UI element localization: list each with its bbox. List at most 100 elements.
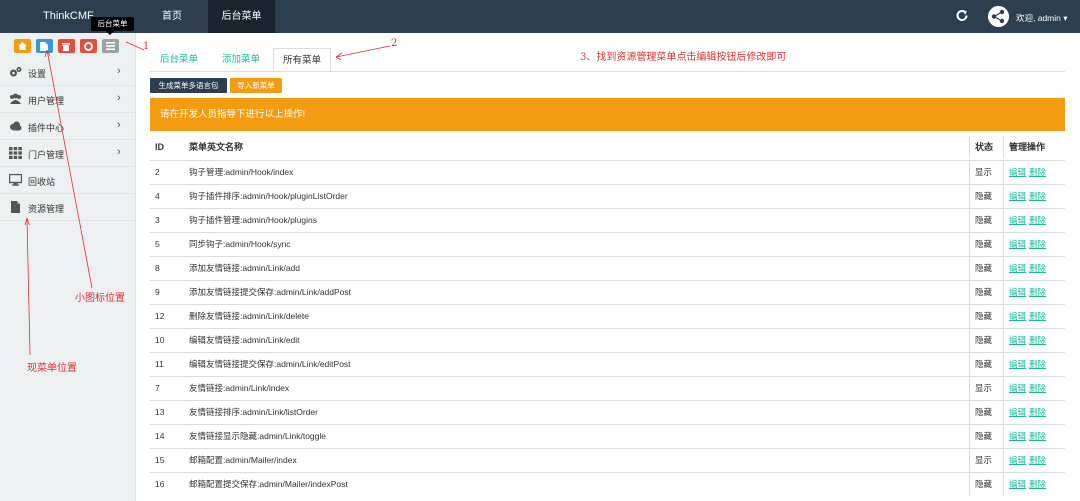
- cell-name: 钩子管理:admin/Hook/index: [189, 167, 294, 177]
- chevron-right-icon: ›: [117, 92, 121, 104]
- edit-link[interactable]: 编辑: [1009, 479, 1026, 489]
- cell-ops: 编辑 删除: [1009, 281, 1049, 304]
- edit-link[interactable]: 编辑: [1009, 287, 1026, 297]
- table-row: 7 友情链接:admin/Link/index 显示 编辑 删除: [150, 376, 1065, 400]
- warning-alert: 请在开发人员指导下进行以上操作!: [150, 98, 1065, 131]
- edit-link[interactable]: 编辑: [1009, 191, 1026, 201]
- table-row: 2 钩子管理:admin/Hook/index 显示 编辑 删除: [150, 160, 1065, 184]
- sidebar-item-label: 设置: [28, 69, 47, 79]
- cell-ops: 编辑 删除: [1009, 401, 1049, 424]
- import-menu-button[interactable]: 导入新菜单: [230, 78, 282, 93]
- cell-status: 隐藏: [975, 263, 993, 273]
- cell-id: 2: [155, 167, 160, 177]
- delete-link[interactable]: 删除: [1029, 407, 1046, 417]
- delete-link[interactable]: 删除: [1029, 479, 1046, 489]
- edit-link[interactable]: 编辑: [1009, 239, 1026, 249]
- brand-logo[interactable]: ThinkCMF: [43, 10, 94, 22]
- table-row: 10 编辑友情链接:admin/Link/edit 隐藏 编辑 删除: [150, 328, 1065, 352]
- delete-link[interactable]: 删除: [1029, 335, 1046, 345]
- trash-shortcut-icon[interactable]: [58, 39, 75, 53]
- sidebar-item-label: 门户管理: [28, 150, 65, 160]
- cell-id: 11: [155, 359, 164, 369]
- sidebar-item-settings[interactable]: 设置 ›: [0, 59, 135, 86]
- cell-ops: 编辑 删除: [1009, 161, 1049, 184]
- welcome-user-menu[interactable]: 欢迎, admin ▾: [1016, 12, 1068, 24]
- edit-link[interactable]: 编辑: [1009, 359, 1026, 369]
- cell-id: 8: [155, 263, 160, 273]
- edit-link[interactable]: 编辑: [1009, 431, 1026, 441]
- delete-link[interactable]: 删除: [1029, 287, 1046, 297]
- cell-status: 显示: [975, 167, 993, 177]
- table-row: 13 友情链接排序:admin/Link/listOrder 隐藏 编辑 删除: [150, 400, 1065, 424]
- cell-ops: 编辑 删除: [1009, 305, 1049, 328]
- header-ops: 管理操作: [1009, 142, 1046, 152]
- annotation-current-menu: 现菜单位置: [27, 363, 77, 374]
- grid-icon: [9, 147, 22, 159]
- sidebar-item-resources[interactable]: 资源管理: [0, 194, 135, 221]
- table-row: 16 邮箱配置提交保存:admin/Mailer/indexPost 隐藏 编辑 删除: [150, 472, 1065, 496]
- cell-ops: 编辑 删除: [1009, 353, 1049, 376]
- edit-link[interactable]: 编辑: [1009, 335, 1026, 345]
- edit-link[interactable]: 编辑: [1009, 383, 1026, 393]
- desktop-icon: [9, 174, 22, 186]
- delete-link[interactable]: 删除: [1029, 191, 1046, 201]
- delete-link[interactable]: 删除: [1029, 431, 1046, 441]
- edit-link[interactable]: 编辑: [1009, 215, 1026, 225]
- sidebar-item-recycle[interactable]: 回收站: [0, 167, 135, 194]
- delete-link[interactable]: 删除: [1029, 311, 1046, 321]
- edit-link[interactable]: 编辑: [1009, 455, 1026, 465]
- cell-id: 7: [155, 383, 160, 393]
- cell-name: 删除友情链接:admin/Link/delete: [189, 311, 309, 321]
- header-name: 菜单英文名称: [189, 142, 244, 152]
- edit-link[interactable]: 编辑: [1009, 407, 1026, 417]
- sidebar-item-portal[interactable]: 门户管理 ›: [0, 140, 135, 167]
- edit-link[interactable]: 编辑: [1009, 311, 1026, 321]
- sidebar-item-plugins[interactable]: 插件中心 ›: [0, 113, 135, 140]
- cell-name: 邮箱配置:admin/Mailer/index: [189, 455, 297, 465]
- cell-id: 16: [155, 479, 165, 489]
- cell-name: 友情链接显示隐藏:admin/Link/toggle: [189, 431, 326, 441]
- lifebuoy-shortcut-icon[interactable]: [80, 39, 97, 53]
- sidebar-menu: 设置 › 用户管理 › 插件中心 › 门户管理 › 回收站 资源管理: [0, 59, 135, 221]
- cell-status: 隐藏: [975, 359, 993, 369]
- table-row: 11 编辑友情链接提交保存:admin/Link/editPost 隐藏 编辑 删除: [150, 352, 1065, 376]
- cell-status: 隐藏: [975, 287, 993, 297]
- delete-link[interactable]: 删除: [1029, 383, 1046, 393]
- annotation-3: 3、找到资源管理菜单点击编辑按钮后修改即可: [580, 52, 787, 63]
- cell-name: 编辑友情链接:admin/Link/edit: [189, 335, 300, 345]
- edit-link[interactable]: 编辑: [1009, 263, 1026, 273]
- delete-link[interactable]: 删除: [1029, 167, 1046, 177]
- cell-id: 4: [155, 191, 160, 201]
- delete-link[interactable]: 删除: [1029, 455, 1046, 465]
- sidebar-item-users[interactable]: 用户管理 ›: [0, 86, 135, 113]
- edit-link[interactable]: 编辑: [1009, 167, 1026, 177]
- cell-ops: 编辑 删除: [1009, 449, 1049, 472]
- cell-name: 添加友情链接提交保存:admin/Link/addPost: [189, 287, 352, 297]
- cell-status: 隐藏: [975, 479, 993, 489]
- tab-add-menu[interactable]: 添加菜单: [209, 48, 273, 72]
- cell-name: 友情链接:admin/Link/index: [189, 383, 290, 393]
- delete-link[interactable]: 删除: [1029, 215, 1046, 225]
- refresh-icon[interactable]: [955, 9, 969, 23]
- file-shortcut-icon[interactable]: [36, 39, 53, 53]
- cell-name: 钩子插件管理:admin/Hook/plugins: [189, 215, 318, 225]
- nav-home[interactable]: 首页: [136, 0, 208, 33]
- avatar-share-icon[interactable]: [988, 6, 1009, 27]
- list-shortcut-icon[interactable]: [102, 39, 119, 53]
- generate-lang-pack-button[interactable]: 生成菜单多语言包: [150, 78, 227, 93]
- nav-admin-menu[interactable]: 后台菜单: [208, 0, 275, 33]
- delete-link[interactable]: 删除: [1029, 239, 1046, 249]
- sidebar: 设置 › 用户管理 › 插件中心 › 门户管理 › 回收站 资源管理: [0, 33, 136, 501]
- cell-name: 邮箱配置提交保存:admin/Mailer/indexPost: [189, 479, 348, 489]
- table-header: ID 菜单英文名称 状态 管理操作: [150, 136, 1065, 160]
- tab-admin-menu[interactable]: 后台菜单: [149, 48, 209, 72]
- delete-link[interactable]: 删除: [1029, 359, 1046, 369]
- tab-all-menus[interactable]: 所有菜单: [273, 48, 331, 72]
- table-row: 5 同步钩子:admin/Hook/sync 隐藏 编辑 删除: [150, 232, 1065, 256]
- annotation-1: 1: [143, 41, 150, 52]
- home-shortcut-icon[interactable]: [14, 39, 31, 53]
- delete-link[interactable]: 删除: [1029, 263, 1046, 273]
- table-row: 4 钩子插件排序:admin/Hook/pluginListOrder 隐藏 编辑 删除: [150, 184, 1065, 208]
- chevron-right-icon: ›: [117, 146, 121, 158]
- cell-ops: 编辑 删除: [1009, 377, 1049, 400]
